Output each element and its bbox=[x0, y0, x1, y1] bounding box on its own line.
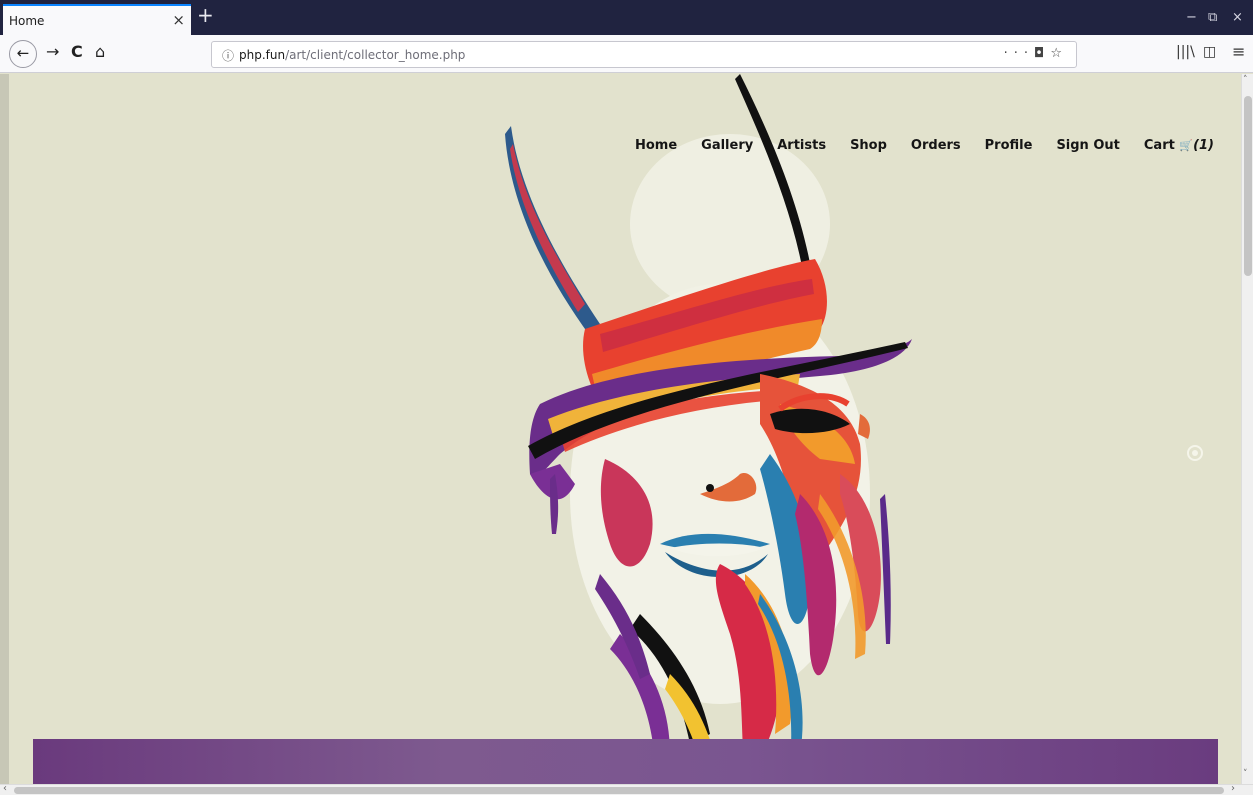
browser-toolbar: ← → C ⌂ ⓘ php.fun/art/client/collector_h… bbox=[0, 35, 1253, 73]
tab-close-icon[interactable]: × bbox=[172, 11, 185, 29]
home-button[interactable]: ⌂ bbox=[95, 42, 105, 61]
forward-button[interactable]: → bbox=[46, 42, 59, 61]
page-left-edge bbox=[0, 74, 9, 784]
nav-profile[interactable]: Profile bbox=[985, 138, 1033, 153]
cart-icon: 🛒 bbox=[1179, 139, 1194, 152]
vertical-scrollbar[interactable]: ˄ ˅ bbox=[1241, 74, 1253, 784]
tab-strip: Home × + − ⧉ × bbox=[0, 0, 1253, 35]
tab-title: Home bbox=[9, 14, 45, 28]
horizontal-scrollbar[interactable]: ‹ › bbox=[0, 783, 1253, 795]
url-text[interactable]: php.fun/art/client/collector_home.php bbox=[239, 48, 465, 62]
cart-label: Cart bbox=[1143, 138, 1175, 153]
nav-artists[interactable]: Artists bbox=[777, 138, 826, 153]
close-window-icon[interactable]: × bbox=[1232, 10, 1243, 25]
pocket-icon[interactable]: ◘ bbox=[1034, 46, 1050, 61]
scroll-up-icon[interactable]: ˄ bbox=[1243, 75, 1248, 85]
restore-icon[interactable]: ⧉ bbox=[1208, 10, 1217, 25]
bookmark-star-icon[interactable]: ☆ bbox=[1050, 46, 1068, 61]
url-path: /art/client/collector_home.php bbox=[285, 48, 466, 62]
url-actions: ···◘☆ bbox=[1004, 46, 1068, 61]
site-nav: Home Gallery Artists Shop Orders Profile… bbox=[635, 138, 1214, 153]
nav-gallery[interactable]: Gallery bbox=[701, 138, 753, 153]
horizontal-scroll-thumb[interactable] bbox=[14, 787, 1224, 794]
nav-home[interactable]: Home bbox=[635, 138, 677, 153]
new-tab-button[interactable]: + bbox=[197, 3, 214, 27]
site-info-icon[interactable]: ⓘ bbox=[222, 47, 234, 64]
nav-sign-out[interactable]: Sign Out bbox=[1056, 138, 1119, 153]
nav-shop[interactable]: Shop bbox=[850, 138, 887, 153]
nav-orders[interactable]: Orders bbox=[911, 138, 961, 153]
sidebar-icon[interactable]: ◫ bbox=[1203, 44, 1216, 60]
url-bar[interactable]: ⓘ php.fun/art/client/collector_home.php … bbox=[211, 41, 1077, 68]
scroll-left-icon[interactable]: ‹ bbox=[3, 783, 7, 794]
page-viewport: Home Gallery Artists Shop Orders Profile… bbox=[0, 74, 1241, 784]
reload-button[interactable]: C bbox=[71, 42, 83, 61]
url-host: php.fun bbox=[239, 48, 286, 62]
library-icon[interactable]: |||\ bbox=[1176, 44, 1195, 60]
nav-cart[interactable]: Cart 🛒(1) bbox=[1144, 138, 1214, 153]
tab-home[interactable]: Home × bbox=[3, 4, 191, 35]
hero-artwork bbox=[505, 74, 912, 784]
vertical-scroll-thumb[interactable] bbox=[1244, 96, 1252, 276]
minimize-icon[interactable]: − bbox=[1186, 10, 1197, 25]
page-actions-icon[interactable]: ··· bbox=[1004, 46, 1034, 61]
back-button[interactable]: ← bbox=[9, 40, 37, 68]
slider-indicator-dot[interactable] bbox=[1187, 445, 1203, 461]
menu-icon[interactable]: ≡ bbox=[1232, 42, 1245, 61]
scroll-right-icon[interactable]: › bbox=[1231, 783, 1235, 794]
scroll-down-icon[interactable]: ˅ bbox=[1243, 769, 1248, 779]
cart-count: (1) bbox=[1193, 138, 1214, 153]
purple-content-band bbox=[33, 739, 1218, 784]
